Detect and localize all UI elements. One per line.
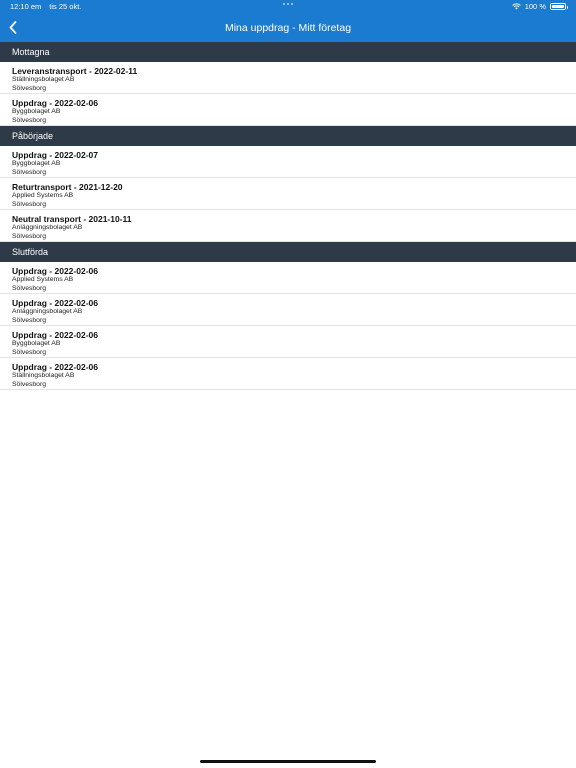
item-title: Uppdrag - 2022-02-06 xyxy=(12,362,98,372)
item-company: Byggbolaget AB xyxy=(12,160,61,167)
item-city: Sölvesborg xyxy=(12,168,47,176)
item-company: Applied Systems AB xyxy=(12,276,74,283)
page-title: Mina uppdrag - Mitt företag xyxy=(224,21,352,34)
item-city: Sölvesborg xyxy=(12,200,47,208)
list-item[interactable]: Neutral transport - 2021-10-11 Anläggnin… xyxy=(0,210,576,242)
item-title: Uppdrag - 2022-02-06 xyxy=(12,330,98,340)
item-title: Leveranstransport - 2022-02-11 xyxy=(12,66,138,76)
list-item[interactable]: Uppdrag - 2022-02-06 Byggbolaget AB Sölv… xyxy=(0,94,576,126)
item-city: Sölvesborg xyxy=(12,316,47,324)
list-item[interactable]: Uppdrag - 2022-02-06 Anläggningsbolaget … xyxy=(0,294,576,326)
item-title: Neutral transport - 2021-10-11 xyxy=(12,214,132,224)
top-bar: 12:10 em tis 25 okt. 100 % Mina uppdrag … xyxy=(0,0,576,42)
status-bar: 12:10 em tis 25 okt. 100 % xyxy=(0,0,576,13)
item-company: Anläggningsbolaget AB xyxy=(12,308,83,315)
list-item[interactable]: Uppdrag - 2022-02-06 Applied Systems AB … xyxy=(0,262,576,294)
item-title: Returtransport - 2021-12-20 xyxy=(12,182,123,192)
item-company: Ställningsbolaget AB xyxy=(12,76,75,83)
status-time: 12:10 em xyxy=(10,2,42,11)
item-city: Sölvesborg xyxy=(12,116,47,124)
home-indicator[interactable] xyxy=(200,760,376,763)
chevron-left-icon xyxy=(9,21,17,34)
multitasking-dots[interactable] xyxy=(283,3,293,5)
section-header-mottagna: Mottagna xyxy=(0,42,576,62)
item-title: Uppdrag - 2022-02-06 xyxy=(12,266,98,276)
back-button[interactable] xyxy=(6,20,20,36)
item-city: Sölvesborg xyxy=(12,348,47,356)
item-city: Sölvesborg xyxy=(12,284,47,292)
item-company: Anläggningsbolaget AB xyxy=(12,224,83,231)
list-item[interactable]: Uppdrag - 2022-02-06 Ställningsbolaget A… xyxy=(0,358,576,390)
item-title: Uppdrag - 2022-02-06 xyxy=(12,98,98,108)
battery-percent: 100 % xyxy=(524,2,546,11)
item-company: Byggbolaget AB xyxy=(12,108,61,115)
wifi-icon xyxy=(511,3,521,10)
navigation-bar: Mina uppdrag - Mitt företag xyxy=(0,13,576,42)
list-item[interactable]: Uppdrag - 2022-02-07 Byggbolaget AB Sölv… xyxy=(0,146,576,178)
item-city: Sölvesborg xyxy=(12,380,47,388)
battery-icon xyxy=(550,3,568,10)
item-company: Byggbolaget AB xyxy=(12,340,61,347)
status-date: tis 25 okt. xyxy=(49,2,82,11)
item-city: Sölvesborg xyxy=(12,232,47,240)
list-item[interactable]: Returtransport - 2021-12-20 Applied Syst… xyxy=(0,178,576,210)
section-header-slutforda: Slutförda xyxy=(0,242,576,262)
section-header-paborjade: Påbörjade xyxy=(0,126,576,146)
item-company: Applied Systems AB xyxy=(12,192,74,199)
item-city: Sölvesborg xyxy=(12,84,47,92)
item-title: Uppdrag - 2022-02-06 xyxy=(12,298,98,308)
item-company: Ställningsbolaget AB xyxy=(12,372,75,379)
list-item[interactable]: Leveranstransport - 2022-02-11 Ställning… xyxy=(0,62,576,94)
assignment-list: Mottagna Leveranstransport - 2022-02-11 … xyxy=(0,42,576,390)
list-item[interactable]: Uppdrag - 2022-02-06 Byggbolaget AB Sölv… xyxy=(0,326,576,358)
item-title: Uppdrag - 2022-02-07 xyxy=(12,150,98,160)
